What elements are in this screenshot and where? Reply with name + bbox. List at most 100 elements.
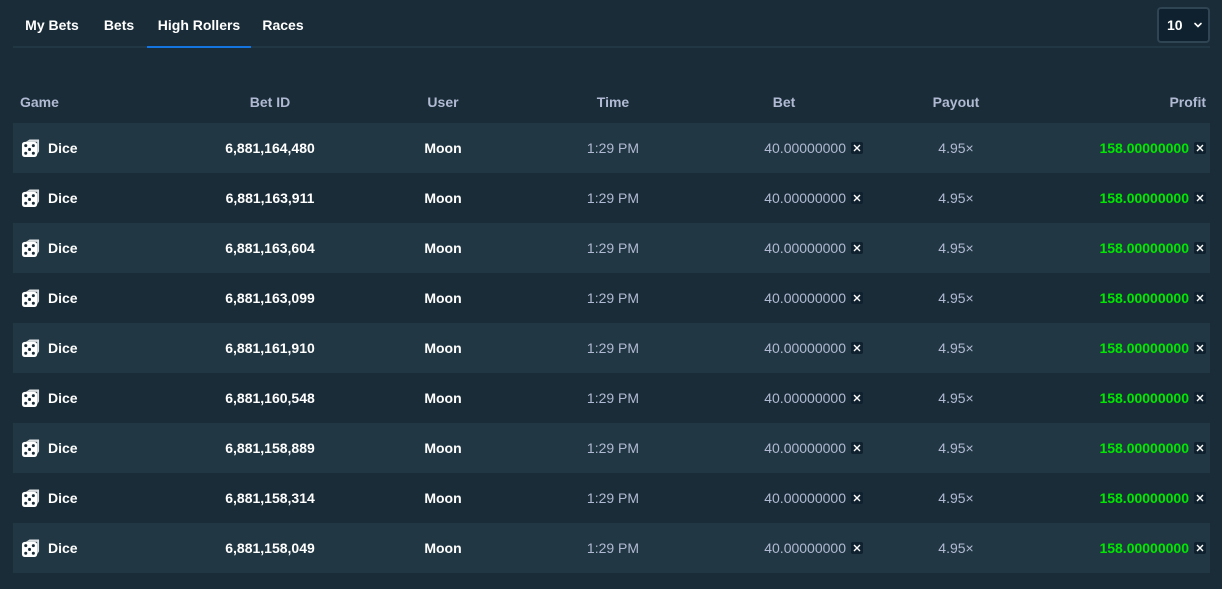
dice-icon: [21, 388, 40, 407]
bet-time: 1:29 PM: [586, 240, 640, 256]
profit-amount: 158.00000000: [1099, 423, 1206, 473]
bets-table: Game Bet ID User Time Bet Payout Profit …: [13, 78, 1210, 573]
game-cell[interactable]: Dice: [21, 123, 78, 173]
dice-icon: [21, 438, 40, 457]
payout-multiplier: 4.95×: [938, 540, 974, 556]
table-row[interactable]: Dice 6,881,160,548 Moon 1:29 PM 40.00000…: [13, 373, 1210, 423]
bet-amount: 40.00000000: [703, 423, 863, 473]
bet-amount-value: 40.00000000: [764, 240, 846, 256]
game-cell[interactable]: Dice: [21, 173, 78, 223]
tab-bets[interactable]: Bets: [91, 0, 147, 46]
profit-amount: 158.00000000: [1099, 123, 1206, 173]
currency-x-icon: [1194, 542, 1206, 554]
currency-x-icon: [1194, 292, 1206, 304]
game-cell[interactable]: Dice: [21, 523, 78, 573]
profit-value: 158.00000000: [1099, 490, 1189, 506]
bet-amount-value: 40.00000000: [764, 540, 846, 556]
game-name: Dice: [48, 290, 78, 306]
bet-id-link[interactable]: 6,881,163,099: [170, 273, 370, 323]
payout-multiplier: 4.95×: [938, 340, 974, 356]
bet-amount: 40.00000000: [703, 523, 863, 573]
currency-x-icon: [1194, 442, 1206, 454]
table-row[interactable]: Dice 6,881,158,314 Moon 1:29 PM 40.00000…: [13, 473, 1210, 523]
bet-amount: 40.00000000: [703, 273, 863, 323]
header-game: Game: [20, 94, 59, 110]
profit-value: 158.00000000: [1099, 190, 1189, 206]
header-payout: Payout: [932, 94, 980, 110]
bets-tabs: My Bets Bets High Rollers Races: [13, 0, 1210, 48]
bet-amount: 40.00000000: [703, 223, 863, 273]
bet-time: 1:29 PM: [586, 290, 640, 306]
dice-icon: [21, 488, 40, 507]
dice-icon: [21, 188, 40, 207]
game-name: Dice: [48, 340, 78, 356]
game-name: Dice: [48, 190, 78, 206]
payout-multiplier: 4.95×: [938, 140, 974, 156]
payout-multiplier: 4.95×: [938, 240, 974, 256]
bet-id-link[interactable]: 6,881,158,889: [170, 423, 370, 473]
header-time: Time: [596, 94, 630, 110]
table-row[interactable]: Dice 6,881,163,604 Moon 1:29 PM 40.00000…: [13, 223, 1210, 273]
profit-value: 158.00000000: [1099, 290, 1189, 306]
game-cell[interactable]: Dice: [21, 273, 78, 323]
bet-id-link[interactable]: 6,881,163,911: [170, 173, 370, 223]
bet-id-link[interactable]: 6,881,158,049: [170, 523, 370, 573]
game-cell[interactable]: Dice: [21, 423, 78, 473]
game-cell[interactable]: Dice: [21, 323, 78, 373]
profit-amount: 158.00000000: [1099, 223, 1206, 273]
bet-amount-value: 40.00000000: [764, 440, 846, 456]
profit-value: 158.00000000: [1099, 390, 1189, 406]
bet-id-link[interactable]: 6,881,158,314: [170, 473, 370, 523]
payout-multiplier: 4.95×: [938, 190, 974, 206]
dice-icon: [21, 238, 40, 257]
bet-amount: 40.00000000: [703, 373, 863, 423]
bet-amount: 40.00000000: [703, 173, 863, 223]
bet-amount-value: 40.00000000: [764, 290, 846, 306]
table-row[interactable]: Dice 6,881,158,049 Moon 1:29 PM 40.00000…: [13, 523, 1210, 573]
bet-id-link[interactable]: 6,881,160,548: [170, 373, 370, 423]
dice-icon: [21, 138, 40, 157]
game-cell[interactable]: Dice: [21, 473, 78, 523]
game-cell[interactable]: Dice: [21, 373, 78, 423]
profit-value: 158.00000000: [1099, 340, 1189, 356]
dice-icon: [21, 338, 40, 357]
header-bet: Bet: [772, 94, 796, 110]
tab-races[interactable]: Races: [251, 0, 315, 46]
bet-id-link[interactable]: 6,881,161,910: [170, 323, 370, 373]
table-header: Game Bet ID User Time Bet Payout Profit: [13, 78, 1210, 123]
table-row[interactable]: Dice 6,881,164,480 Moon 1:29 PM 40.00000…: [13, 123, 1210, 173]
profit-amount: 158.00000000: [1099, 523, 1206, 573]
game-name: Dice: [48, 540, 78, 556]
bet-id-link[interactable]: 6,881,163,604: [170, 223, 370, 273]
dice-icon: [21, 288, 40, 307]
table-row[interactable]: Dice 6,881,163,099 Moon 1:29 PM 40.00000…: [13, 273, 1210, 323]
bet-id-link[interactable]: 6,881,164,480: [170, 123, 370, 173]
currency-x-icon: [1194, 342, 1206, 354]
table-row[interactable]: Dice 6,881,158,889 Moon 1:29 PM 40.00000…: [13, 423, 1210, 473]
bet-time: 1:29 PM: [586, 390, 640, 406]
bet-amount-value: 40.00000000: [764, 390, 846, 406]
game-name: Dice: [48, 440, 78, 456]
table-row[interactable]: Dice 6,881,163,911 Moon 1:29 PM 40.00000…: [13, 173, 1210, 223]
table-row[interactable]: Dice 6,881,161,910 Moon 1:29 PM 40.00000…: [13, 323, 1210, 373]
bet-time: 1:29 PM: [586, 190, 640, 206]
payout-multiplier: 4.95×: [938, 290, 974, 306]
tab-high-rollers[interactable]: High Rollers: [147, 0, 251, 48]
payout-multiplier: 4.95×: [938, 490, 974, 506]
profit-amount: 158.00000000: [1099, 473, 1206, 523]
bet-amount: 40.00000000: [703, 323, 863, 373]
currency-x-icon: [1194, 492, 1206, 504]
bet-amount-value: 40.00000000: [764, 340, 846, 356]
page-size-select[interactable]: 10: [1157, 7, 1210, 43]
profit-amount: 158.00000000: [1099, 273, 1206, 323]
game-cell[interactable]: Dice: [21, 223, 78, 273]
page-size-value: 10: [1167, 17, 1183, 33]
header-profit: Profit: [1169, 94, 1206, 110]
game-name: Dice: [48, 490, 78, 506]
bet-time: 1:29 PM: [586, 340, 640, 356]
profit-value: 158.00000000: [1099, 540, 1189, 556]
currency-x-icon: [1194, 142, 1206, 154]
game-name: Dice: [48, 140, 78, 156]
tab-my-bets[interactable]: My Bets: [13, 0, 91, 46]
profit-amount: 158.00000000: [1099, 323, 1206, 373]
